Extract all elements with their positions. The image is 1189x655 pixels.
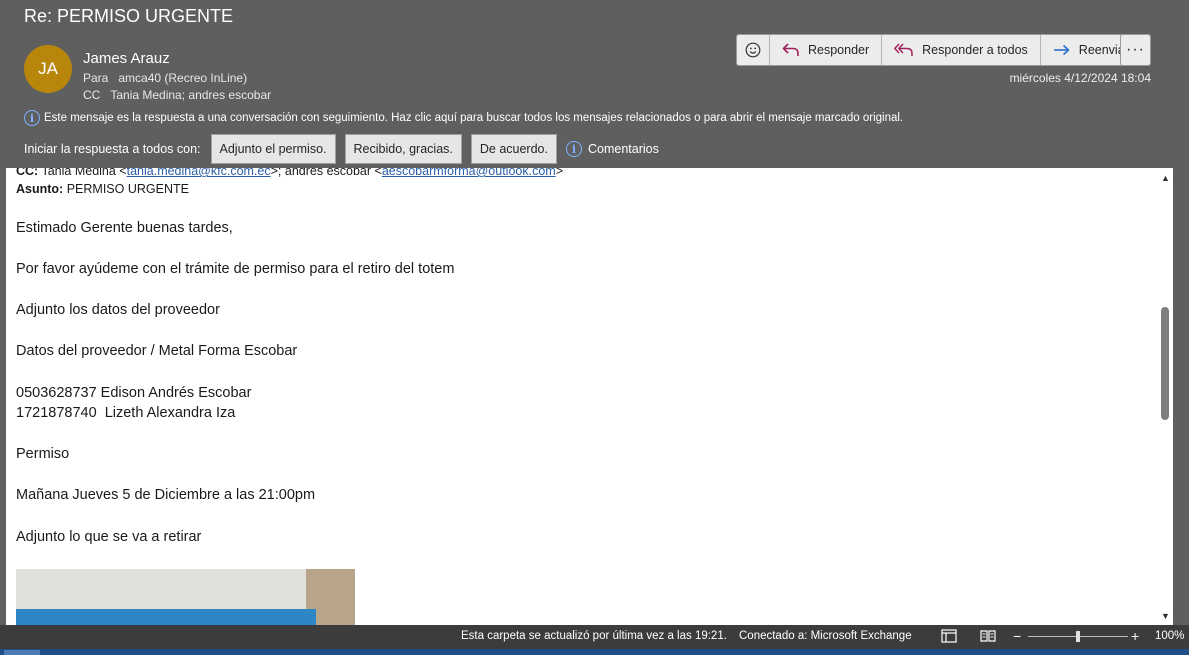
quick-reply-attach-permit[interactable]: Adjunto el permiso. xyxy=(210,134,336,164)
reply-icon xyxy=(782,43,799,56)
to-line: Para amca40 (Recreo InLine) xyxy=(83,71,247,85)
pane-edge xyxy=(1173,168,1189,625)
comments-link[interactable]: i Comentarios xyxy=(565,141,659,157)
status-bar: Esta carpeta se actualizó por última vez… xyxy=(0,625,1189,649)
body-line-attach-data: Adjunto los datos del proveedor xyxy=(16,302,220,318)
message-body[interactable]: CC: Tania Medina <tania.medina@kfc.com.e… xyxy=(6,168,1158,625)
conversation-info-bar[interactable]: i Este mensaje es la respuesta a una con… xyxy=(24,110,903,126)
quoted-cc-line: CC: Tania Medina <tania.medina@kfc.com.e… xyxy=(16,168,1146,180)
quoted-subject-value: PERMISO URGENTE xyxy=(66,182,189,196)
email-subject: Re: PERMISO URGENTE xyxy=(24,6,234,26)
reply-all-icon xyxy=(894,43,913,56)
taskbar-strip xyxy=(0,649,1189,655)
quoted-cc-end: > xyxy=(555,168,563,178)
info-icon: i xyxy=(565,141,582,157)
taskbar-active-item[interactable] xyxy=(4,650,40,655)
quick-reply-label: Iniciar la respuesta a todos con: xyxy=(24,142,201,156)
body-line-provider-title: Datos del proveedor / Metal Forma Escoba… xyxy=(16,343,298,359)
connection-status: Conectado a: Microsoft Exchange xyxy=(739,630,912,642)
reply-all-button[interactable]: Responder a todos xyxy=(881,35,1040,65)
body-line-permit-date: Mañana Jueves 5 de Diciembre a las 21:00… xyxy=(16,487,316,503)
body-line-request: Por favor ayúdeme con el trámite de perm… xyxy=(16,261,455,277)
body-line-provider-1: 0503628737 Edison Andrés Escobar xyxy=(16,385,252,401)
quick-reply-agreed[interactable]: De acuerdo. xyxy=(470,134,557,164)
body-line-provider-2: 1721878740 Lizeth Alexandra Iza xyxy=(16,405,236,421)
body-line-attach-items: Adjunto lo que se va a retirar xyxy=(16,529,202,545)
info-icon: i xyxy=(24,110,40,126)
scrollbar-thumb[interactable] xyxy=(1161,307,1169,420)
avatar[interactable]: JA xyxy=(24,45,72,93)
reply-label: Responder xyxy=(808,43,870,57)
quick-reply-received-thanks[interactable]: Recibido, gracias. xyxy=(344,134,462,164)
folder-updated-status: Esta carpeta se actualizó por última vez… xyxy=(461,630,727,642)
photo-wall-area xyxy=(16,569,306,609)
reply-action-group: Responder Responder a todos Reenviar xyxy=(736,34,1142,66)
quoted-cc-separator: >; andres escobar < xyxy=(270,168,382,178)
quick-reply-row: Iniciar la respuesta a todos con: Adjunt… xyxy=(24,134,659,164)
info-text: Este mensaje es la respuesta a una conve… xyxy=(44,112,904,124)
sender-name[interactable]: James Arauz xyxy=(83,50,170,67)
quoted-cc-email2-link[interactable]: aescobarmforma@outlook.com xyxy=(382,168,556,178)
cc-label: CC xyxy=(83,88,101,102)
cc-line: CC Tania Medina; andres escobar xyxy=(83,88,271,102)
scroll-up-arrow-icon[interactable]: ▲ xyxy=(1158,170,1173,185)
reading-view-icon[interactable] xyxy=(980,629,996,643)
forward-arrow-icon xyxy=(1053,44,1070,56)
zoom-out-button[interactable]: − xyxy=(1013,628,1021,644)
comments-label: Comentarios xyxy=(587,142,659,156)
more-actions-button[interactable]: ··· xyxy=(1120,34,1151,66)
zoom-in-button[interactable]: + xyxy=(1131,628,1139,644)
body-line-permit-title: Permiso xyxy=(16,446,70,462)
zoom-level[interactable]: 100% xyxy=(1155,630,1184,642)
scroll-down-arrow-icon[interactable]: ▼ xyxy=(1158,608,1173,623)
to-label: Para xyxy=(83,71,109,85)
normal-view-icon[interactable] xyxy=(941,629,957,643)
attached-photo[interactable] xyxy=(16,569,355,625)
sent-date: miércoles 4/12/2024 18:04 xyxy=(1009,71,1151,85)
reply-button[interactable]: Responder xyxy=(769,35,881,65)
quoted-cc-label: CC: xyxy=(16,168,39,178)
smiley-icon xyxy=(745,42,761,58)
quoted-cc-email-link[interactable]: tania.medina@kfc.com.ec xyxy=(127,168,271,178)
zoom-slider-thumb[interactable] xyxy=(1076,631,1080,642)
quoted-subject-line: Asunto: PERMISO URGENTE xyxy=(16,180,1146,198)
to-recipient[interactable]: amca40 (Recreo InLine) xyxy=(118,71,247,85)
reading-pane-header: Re: PERMISO URGENTE JA James Arauz Para a… xyxy=(0,0,1189,168)
message-content: CC: Tania Medina <tania.medina@kfc.com.e… xyxy=(16,168,1146,625)
cc-recipients[interactable]: Tania Medina; andres escobar xyxy=(110,88,271,102)
emoji-reaction-button[interactable] xyxy=(737,35,769,65)
vertical-scrollbar[interactable]: ▲ ▼ xyxy=(1158,168,1173,625)
quoted-subject-label: Asunto: xyxy=(16,182,64,196)
reply-all-label: Responder a todos xyxy=(922,43,1028,57)
photo-blue-object xyxy=(16,609,316,625)
quoted-cc-name: Tania Medina < xyxy=(41,168,127,178)
body-line-greeting: Estimado Gerente buenas tardes, xyxy=(16,220,233,236)
